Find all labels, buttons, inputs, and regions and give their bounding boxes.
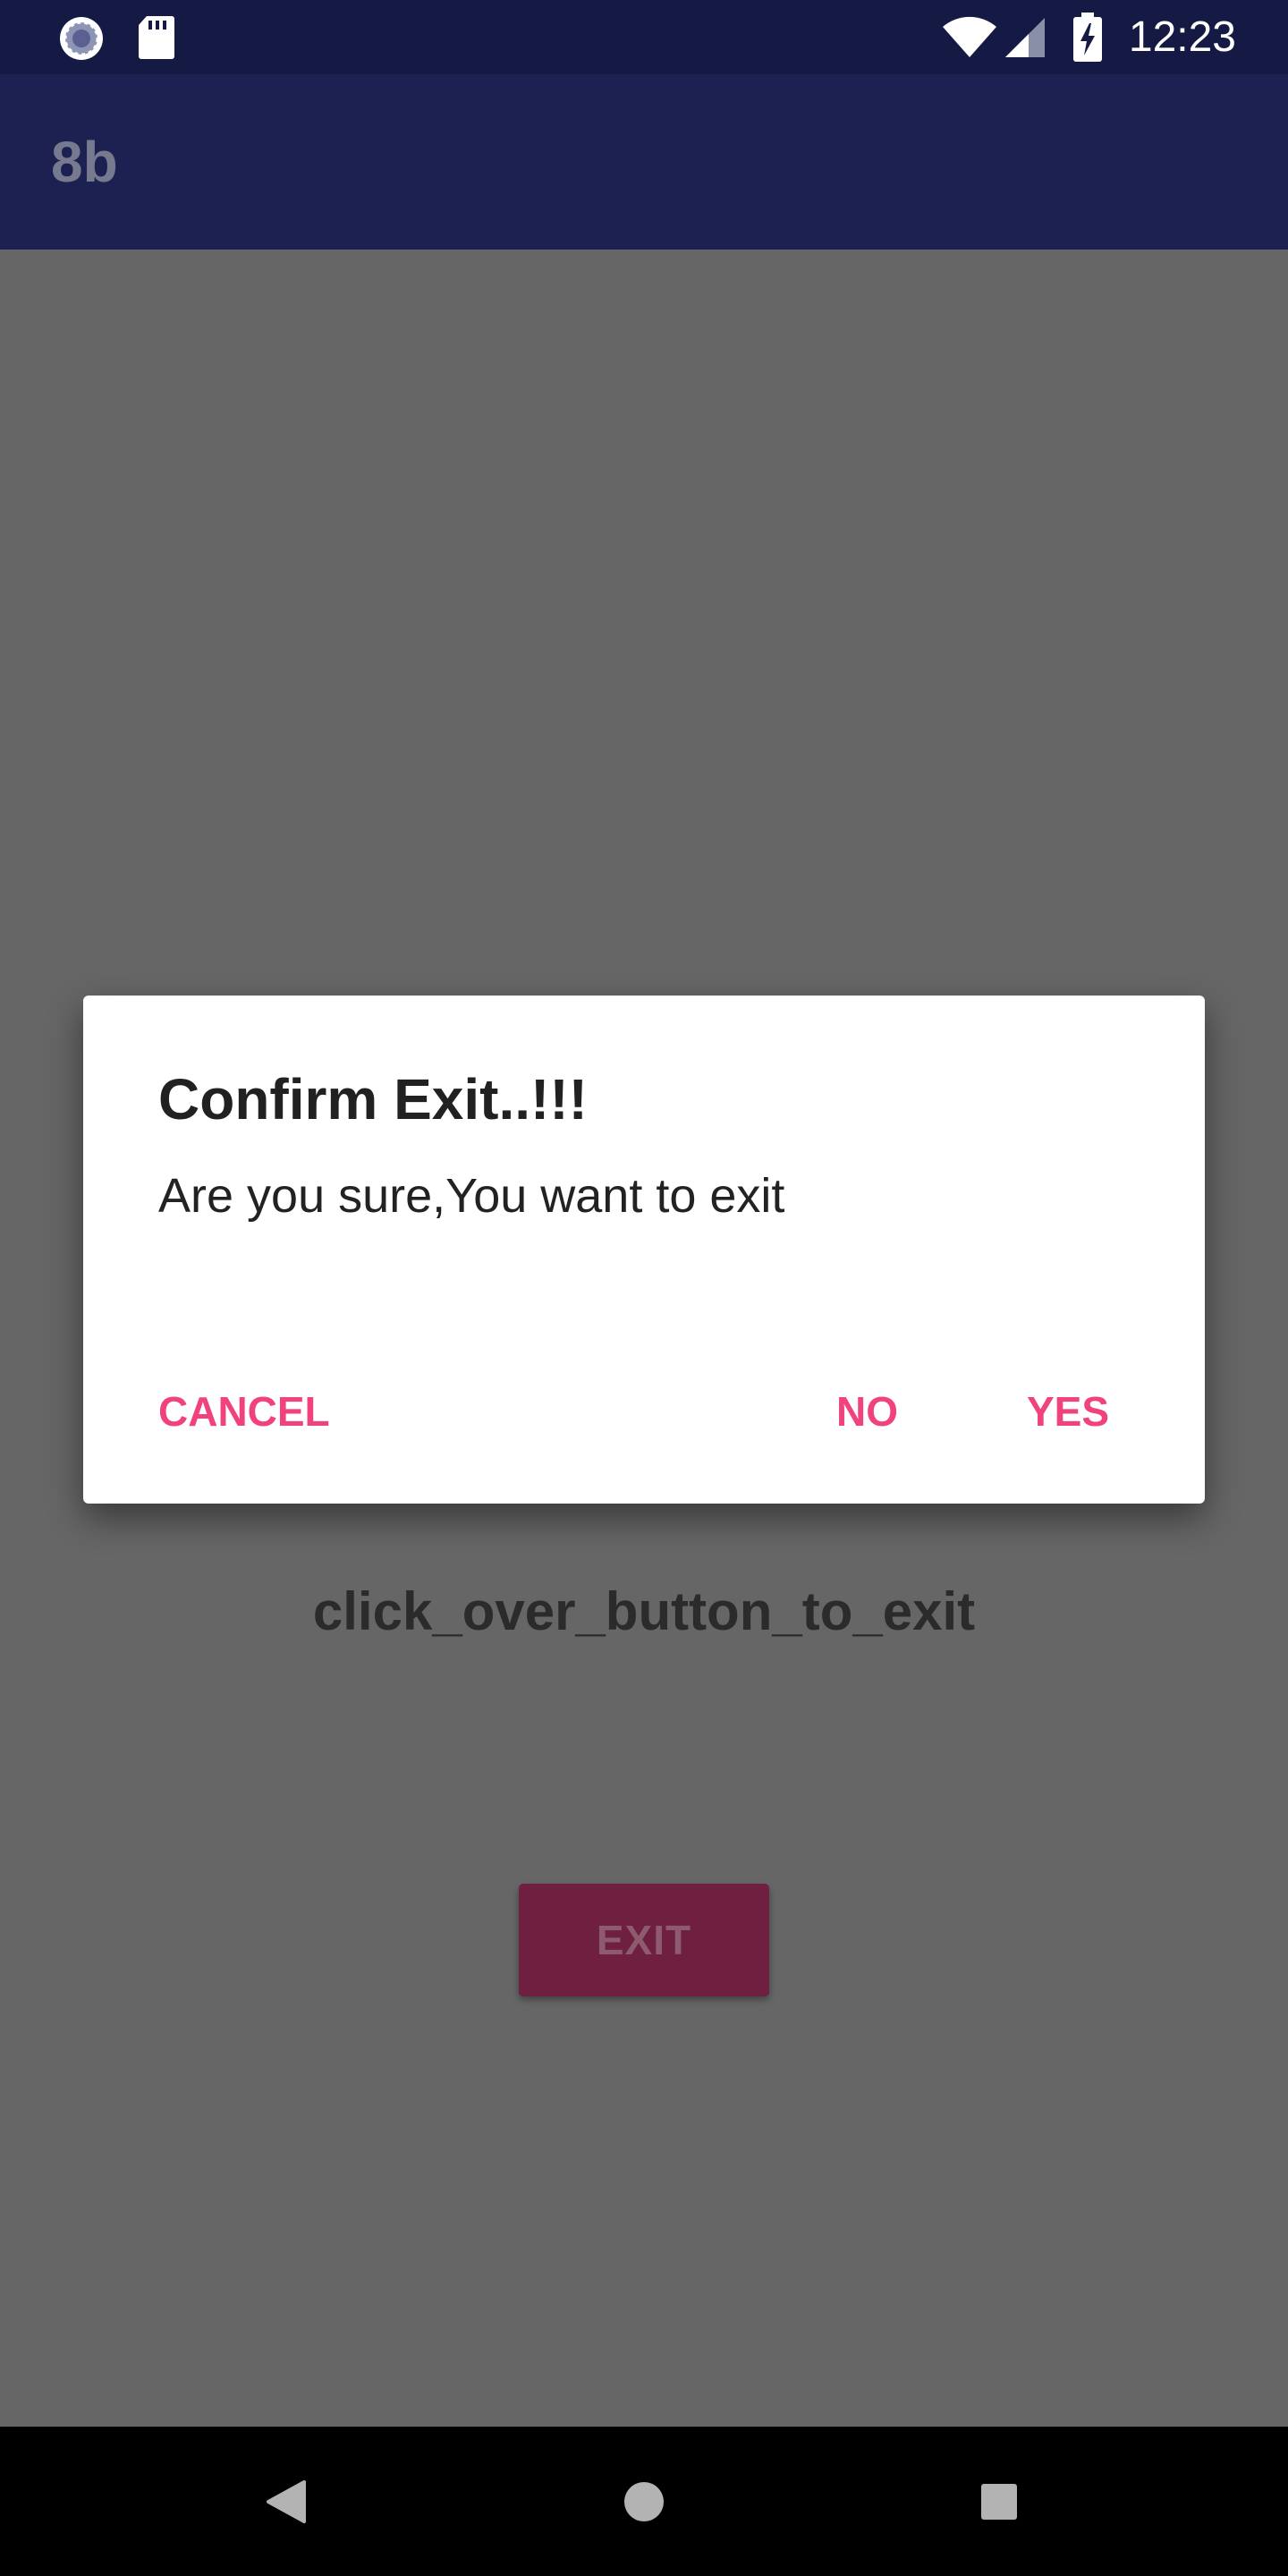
yes-button[interactable]: YES xyxy=(1027,1371,1109,1452)
status-time: 12:23 xyxy=(1128,13,1236,61)
instruction-text: click_over_button_to_exit xyxy=(312,1581,976,1641)
exit-button[interactable]: EXIT xyxy=(519,1884,769,1996)
app-bar: 8b xyxy=(0,74,1288,250)
cancel-button[interactable]: CANCEL xyxy=(158,1371,330,1452)
confirm-exit-dialog: Confirm Exit..!!! Are you sure,You want … xyxy=(83,996,1205,1504)
home-icon[interactable] xyxy=(572,2427,716,2576)
wifi-icon xyxy=(941,16,998,64)
status-bar: 12:23 xyxy=(0,0,1288,74)
app-title: 8b xyxy=(51,130,118,194)
sync-icon xyxy=(57,14,106,67)
navigation-bar xyxy=(0,2427,1288,2576)
sd-card-icon xyxy=(136,14,175,65)
dialog-message: Are you sure,You want to exit xyxy=(158,1169,785,1223)
no-button[interactable]: NO xyxy=(836,1371,898,1452)
dialog-title: Confirm Exit..!!! xyxy=(158,1067,588,1131)
battery-charging-icon xyxy=(1072,13,1104,67)
recents-icon[interactable] xyxy=(928,2427,1071,2576)
back-icon[interactable] xyxy=(215,2427,358,2576)
signal-icon xyxy=(1004,16,1048,64)
